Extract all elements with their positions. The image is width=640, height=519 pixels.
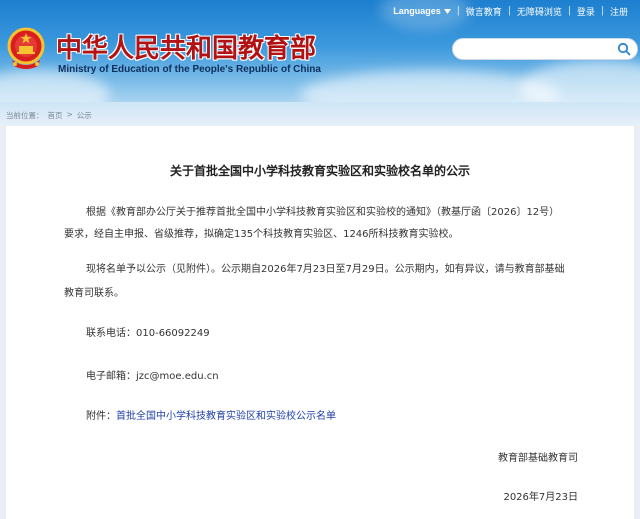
chevron-down-icon	[443, 8, 451, 14]
breadcrumb-current[interactable]: 公示	[77, 110, 92, 121]
paragraph-text: 要求，经自主申报、省级推荐，拟确定135个科技教育实验区、1246所科技教育实验…	[64, 229, 459, 240]
email-label: 电子邮箱：	[86, 371, 136, 382]
languages-menu[interactable]: Languages	[387, 6, 457, 16]
accessibility-link[interactable]: 无障碍浏览	[511, 5, 568, 18]
breadcrumb-home-link[interactable]: 首页	[48, 110, 63, 121]
phone-label: 联系电话：	[86, 328, 136, 339]
weiyan-link[interactable]: 微言教育	[460, 5, 508, 18]
separator: |	[507, 6, 511, 16]
national-emblem-icon	[7, 27, 45, 69]
top-utility-bar: Languages | 微言教育 | 无障碍浏览 | 登录 | 注册	[387, 3, 634, 19]
languages-label: Languages	[393, 6, 441, 16]
site-title-en: Ministry of Education of the People's Re…	[58, 64, 321, 75]
paragraph-text: 教育司联系。	[64, 288, 124, 299]
phone-value: 010-66092249	[136, 328, 210, 339]
article-content: 关于首批全国中小学科技教育实验区和实验校名单的公示 根据《教育部办公厅关于推荐首…	[6, 126, 634, 519]
email-value[interactable]: jzc@moe.edu.cn	[136, 371, 219, 382]
paragraph-text: 现将名单予以公示（见附件）。公示期自2026年7月23日至7月29日。公示期内，…	[86, 264, 565, 275]
signature: 教育部基础教育司	[498, 453, 578, 464]
publish-date: 2026年7月23日	[503, 492, 578, 503]
separator: |	[567, 6, 571, 16]
attachment-link[interactable]: 首批全国中小学科技教育实验区和实验校公示名单	[116, 411, 336, 422]
breadcrumb-separator: >	[66, 110, 73, 119]
separator: |	[456, 6, 460, 16]
site-header: Languages | 微言教育 | 无障碍浏览 | 登录 | 注册 中华人民共…	[0, 0, 640, 102]
contact-phone: 联系电话：010-66092249	[86, 323, 210, 345]
page-title: 关于首批全国中小学科技教育实验区和实验校名单的公示	[169, 164, 470, 178]
attachment: 附件：首批全国中小学科技教育实验区和实验校公示名单	[86, 406, 336, 428]
register-link[interactable]: 注册	[604, 5, 634, 18]
paragraph-text: 根据《教育部办公厅关于推荐首批全国中小学科技教育实验区和实验校的通知》（教基厅函…	[86, 207, 560, 218]
login-link[interactable]: 登录	[571, 5, 601, 18]
contact-email: 电子邮箱：jzc@moe.edu.cn	[86, 366, 219, 388]
site-title[interactable]: 中华人民共和国教育部	[56, 28, 316, 65]
search-icon[interactable]	[617, 42, 631, 56]
breadcrumb-label: 当前位置：	[6, 111, 44, 120]
separator: |	[600, 6, 604, 16]
breadcrumb: 当前位置： 首页 > 公示	[0, 102, 640, 126]
search-box[interactable]	[452, 38, 638, 60]
attachment-label: 附件：	[86, 411, 116, 422]
